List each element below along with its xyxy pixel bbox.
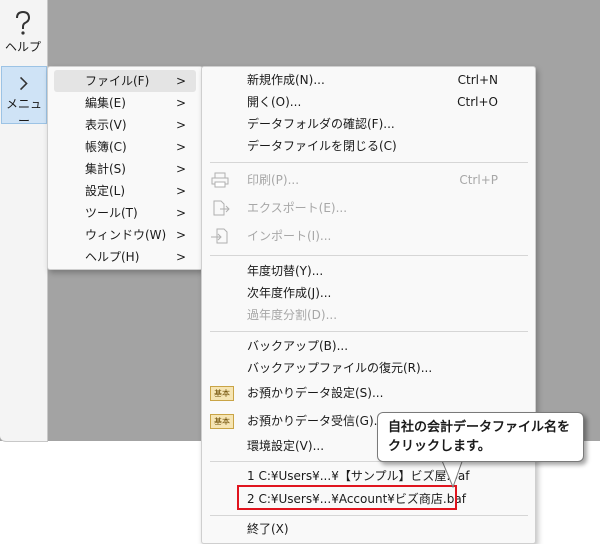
shortcut-label: Ctrl+O <box>457 95 498 109</box>
menu-import[interactable]: インポート(I)... <box>206 225 531 247</box>
menu-open-label: 開く(O)... <box>247 95 302 109</box>
separator <box>210 162 528 163</box>
menu-item-label: 帳簿(C) <box>85 140 127 154</box>
menu-export-label: エクスポート(E)... <box>247 201 348 215</box>
chevron-right-icon: > <box>175 140 186 154</box>
menu-restore-label: バックアップファイルの復元(R)... <box>247 361 433 375</box>
menu-next-year-label: 次年度作成(J)... <box>247 286 332 300</box>
menu-print-label: 印刷(P)... <box>247 173 300 187</box>
menu-backup-label: バックアップ(B)... <box>247 339 349 353</box>
menu-item-books[interactable]: 帳簿(C) > <box>54 136 196 158</box>
menu-data-folder[interactable]: データフォルダの確認(F)... <box>206 113 531 135</box>
menu-item-summary[interactable]: 集計(S) > <box>54 158 196 180</box>
separator <box>210 331 528 332</box>
menu-label: メニュー <box>5 97 42 128</box>
menu-item-window[interactable]: ウィンドウ(W) > <box>54 224 196 246</box>
callout-line-2: クリックします。 <box>388 439 491 454</box>
menu-print[interactable]: 印刷(P)... Ctrl+P <box>206 169 531 191</box>
menu-open[interactable]: 開く(O)... Ctrl+O <box>206 91 531 113</box>
menu-item-help[interactable]: ヘルプ(H) > <box>54 246 196 268</box>
menu-new[interactable]: 新規作成(N)... Ctrl+N <box>206 69 531 91</box>
menu-restore[interactable]: バックアップファイルの復元(R)... <box>206 357 531 379</box>
menu-item-label: ヘルプ(H) <box>85 250 140 264</box>
shortcut-label: Ctrl+N <box>457 73 498 87</box>
chevron-right-icon: > <box>175 184 186 198</box>
menu-item-label: 表示(V) <box>85 118 127 132</box>
menu-exit[interactable]: 終了(X) <box>206 518 531 540</box>
menu-deposit-recv-label: お預かりデータ受信(G)... <box>247 414 386 428</box>
main-menu: ファイル(F) > 編集(E) > 表示(V) > 帳簿(C) > 集計(S) … <box>47 66 203 270</box>
export-icon <box>213 200 230 216</box>
instruction-callout: 自社の会計データファイル名を クリックします。 <box>377 412 584 462</box>
basic-badge-icon: 基本 <box>210 386 234 401</box>
chevron-right-icon: > <box>175 206 186 220</box>
basic-badge-icon: 基本 <box>210 414 234 429</box>
menu-item-label: ファイル(F) <box>85 74 150 88</box>
menu-button[interactable]: メニュー <box>1 66 47 128</box>
menu-folder-label: データフォルダの確認(F)... <box>247 117 395 131</box>
chevron-right-icon <box>19 76 28 91</box>
menu-past-year-split[interactable]: 過年度分割(D)... <box>206 304 531 326</box>
help-button[interactable]: ヘルプ <box>0 10 46 62</box>
menu-close-label: データファイルを閉じる(C) <box>247 139 397 153</box>
menu-item-file[interactable]: ファイル(F) > <box>54 70 196 92</box>
import-icon <box>211 228 228 244</box>
menu-item-settings[interactable]: 設定(L) > <box>54 180 196 202</box>
separator <box>210 515 528 516</box>
menu-item-label: 編集(E) <box>85 96 126 110</box>
printer-icon <box>211 172 229 188</box>
separator <box>210 255 528 256</box>
menu-item-view[interactable]: 表示(V) > <box>54 114 196 136</box>
menu-deposit-set-label: お預かりデータ設定(S)... <box>247 386 384 400</box>
menu-recent-file-1[interactable]: 1 C:¥Users¥...¥【サンプル】ビズ屋.baf <box>206 465 531 487</box>
menu-item-edit[interactable]: 編集(E) > <box>54 92 196 114</box>
file-submenu: 新規作成(N)... Ctrl+N 開く(O)... Ctrl+O データフォル… <box>201 66 536 544</box>
menu-item-label: ウィンドウ(W) <box>85 228 167 242</box>
menu-new-label: 新規作成(N)... <box>247 73 325 87</box>
question-icon <box>16 10 31 35</box>
chevron-right-icon: > <box>175 118 186 132</box>
chevron-right-icon: > <box>175 74 186 88</box>
menu-deposit-settings[interactable]: 基本 お預かりデータ設定(S)... <box>206 382 531 404</box>
chevron-right-icon: > <box>175 228 186 242</box>
menu-exit-label: 終了(X) <box>247 522 289 536</box>
menu-item-label: 設定(L) <box>85 184 126 198</box>
menu-past-year-label: 過年度分割(D)... <box>247 308 338 322</box>
chevron-right-icon: > <box>175 250 186 264</box>
menu-import-label: インポート(I)... <box>247 229 332 243</box>
menu-close-file[interactable]: データファイルを閉じる(C) <box>206 135 531 157</box>
menu-year-switch[interactable]: 年度切替(Y)... <box>206 260 531 282</box>
callout-line-1: 自社の会計データファイル名を <box>388 420 571 435</box>
chevron-right-icon: > <box>175 162 186 176</box>
shortcut-label: Ctrl+P <box>459 173 498 187</box>
menu-next-year[interactable]: 次年度作成(J)... <box>206 282 531 304</box>
menu-item-label: 集計(S) <box>85 162 126 176</box>
menu-export[interactable]: エクスポート(E)... <box>206 197 531 219</box>
menu-year-switch-label: 年度切替(Y)... <box>247 264 324 278</box>
help-label: ヘルプ <box>4 40 41 54</box>
menu-env-label: 環境設定(V)... <box>247 439 325 453</box>
menu-item-label: ツール(T) <box>85 206 138 220</box>
sidebar: ヘルプ メニュー <box>0 0 48 442</box>
chevron-right-icon: > <box>175 96 186 110</box>
menu-item-tools[interactable]: ツール(T) > <box>54 202 196 224</box>
menu-backup[interactable]: バックアップ(B)... <box>206 335 531 357</box>
